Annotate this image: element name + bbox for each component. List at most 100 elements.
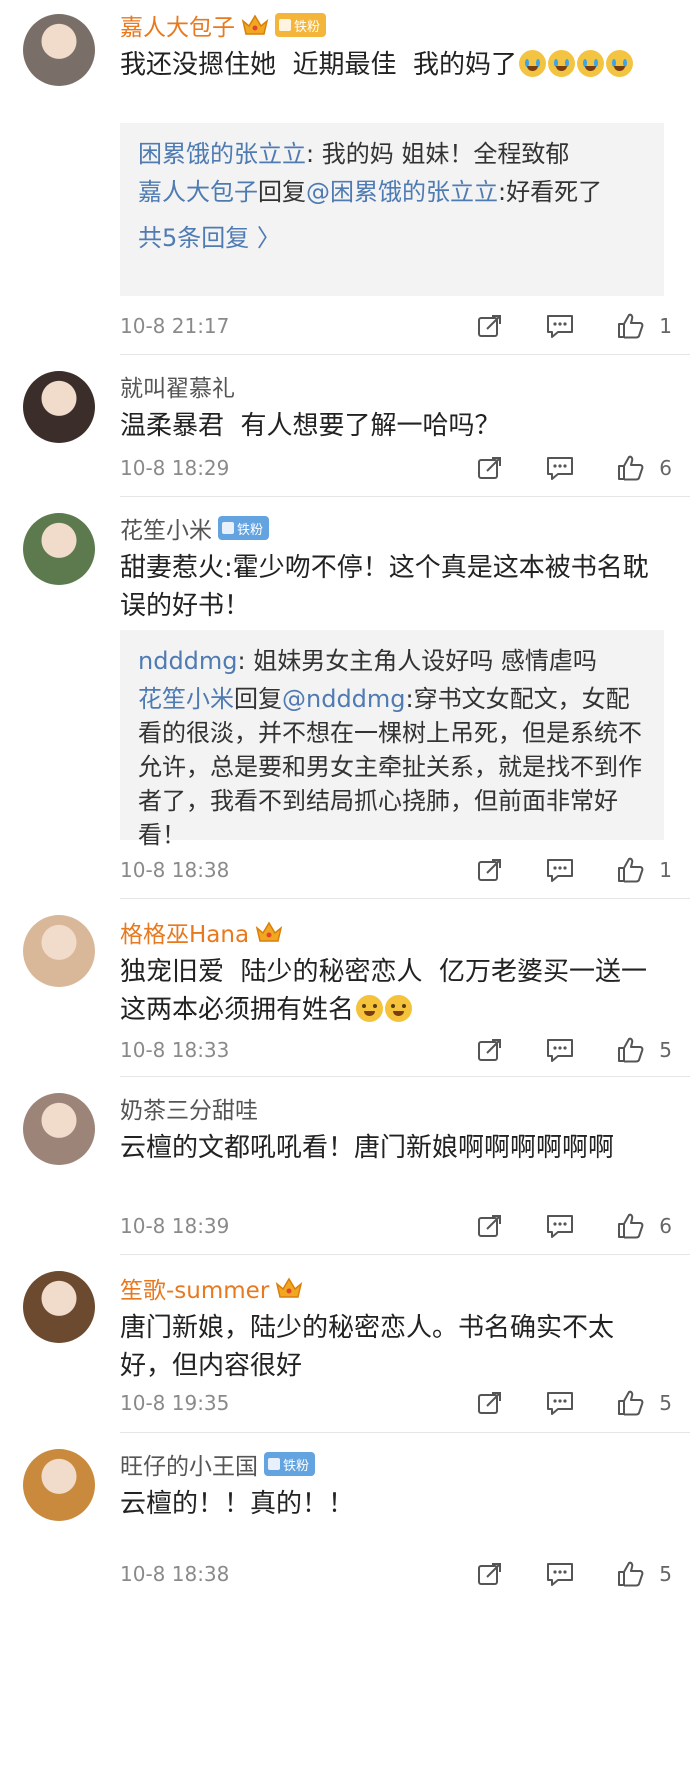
comment-item: 旺仔的小王国 铁粉云檀的！！真的！！ 10-8 18:38 5 [0,1433,690,1791]
more-replies-link[interactable]: 共5条回复 〉 [138,221,281,255]
reply-username-link[interactable]: 花笙小米 [138,685,234,713]
comment-text: 温柔暴君 有人想要了解一哈吗？ [120,407,664,445]
comment-actions: 6 [475,451,672,485]
like-icon[interactable] [615,1035,645,1065]
username-link[interactable]: 就叫翟慕礼 [120,369,235,403]
fan-badge: 铁粉 [218,516,270,540]
like-icon[interactable] [615,311,645,341]
avatar[interactable] [23,1449,95,1521]
comment-item: 格格巫Hana 独宠旧爱 陆少的秘密恋人 亿万老婆买一送一 这两本必须拥有姓名 10… [0,899,690,1077]
reply-username-link[interactable]: ndddmg [138,647,238,675]
comment-text-content: 温柔暴君 有人想要了解一哈吗？ [120,411,501,441]
avatar[interactable] [23,371,95,443]
username-row: 奶茶三分甜哇 [120,1091,258,1125]
username-link[interactable]: 旺仔的小王国 [120,1447,258,1481]
username-link[interactable]: 格格巫Hana [120,915,249,949]
reply-mention-link[interactable]: @困累饿的张立立 [306,178,498,206]
reply-box[interactable]: ndddmg: 姐妹男女主角人设好吗 感情虐吗花笙小米回复@ndddmg:穿书文… [120,630,664,849]
comment-actions: 5 [475,1557,672,1591]
avatar[interactable] [23,915,95,987]
username-row: 格格巫Hana [120,915,283,949]
comment-meta: 10-8 19:35 5 [120,1386,672,1420]
username-link[interactable]: 花笙小米 [120,511,212,545]
reply-mention-link[interactable]: @ndddmg [282,685,406,713]
like-count: 1 [659,314,672,338]
comment-item: 嘉人大包子 铁粉 我还没摁住她 近期最佳 我的妈了 困累饿的张立立: 我的妈 姐妹！全… [0,0,690,355]
comment-meta: 10-8 18:38 5 [120,1557,672,1591]
comment-item: 笙歌-summer 唐门新娘，陆少的秘密恋人。书名确实不太好，但内容很好 10-8 … [0,1255,690,1433]
repost-icon[interactable] [475,311,505,341]
like-icon[interactable] [615,1211,645,1241]
vip-crown-icon [241,13,269,37]
comment-text: 唐门新娘，陆少的秘密恋人。书名确实不太好，但内容很好 [120,1309,664,1385]
reply-connector: 回复 [234,685,282,713]
fan-badge-icon [279,19,291,31]
repost-icon[interactable] [475,453,505,483]
reply-text: : 姐妹男女主角人设好吗 感情虐吗 [237,647,597,675]
fan-badge-icon [268,1458,280,1470]
repost-icon[interactable] [475,855,505,885]
like-icon[interactable] [615,1559,645,1589]
comment-icon[interactable] [545,1388,575,1418]
cry-emoji [519,50,547,77]
reply-username-link[interactable]: 嘉人大包子 [138,178,258,206]
repost-icon[interactable] [475,1211,505,1241]
repost-icon[interactable] [475,1559,505,1589]
reply-item: 困累饿的张立立: 我的妈 姐妹！全程致郁 [138,137,648,171]
repost-icon[interactable] [475,1388,505,1418]
comment-meta: 10-8 18:39 6 [120,1209,672,1243]
reply-box[interactable]: 困累饿的张立立: 我的妈 姐妹！全程致郁 嘉人大包子回复@困累饿的张立立:好看死了… [120,123,664,296]
like-icon[interactable] [615,453,645,483]
comment-item: 奶茶三分甜哇 云檀的文都吼吼看！唐门新娘啊啊啊啊啊啊 10-8 18:39 6 [0,1077,690,1255]
laugh-cry-emoji [356,995,384,1022]
reply-item: 花笙小米回复@ndddmg:穿书文女配文，女配看的很淡，并不想在一棵树上吊死，但… [138,682,648,852]
comment-icon[interactable] [545,1211,575,1241]
timestamp: 10-8 18:38 [120,1562,230,1586]
comment-text: 甜妻惹火:霍少吻不停！这个真是这本被书名耽误的好书！ [120,549,664,625]
vip-crown-icon [255,920,283,944]
username-link[interactable]: 笙歌-summer [120,1271,269,1305]
comment-item: 花笙小米 铁粉 甜妻惹火:霍少吻不停！这个真是这本被书名耽误的好书！ ndddmg: … [0,497,690,899]
avatar[interactable] [23,14,95,86]
like-icon[interactable] [615,855,645,885]
fan-badge-icon [222,522,234,534]
comment-text: 云檀的！！真的！！ [120,1485,664,1523]
like-count: 6 [659,456,672,480]
like-count: 5 [659,1038,672,1062]
comment-item: 就叫翟慕礼温柔暴君 有人想要了解一哈吗？ 10-8 18:29 6 [0,355,690,497]
comment-icon[interactable] [545,311,575,341]
like-count: 6 [659,1214,672,1238]
cry-emoji [577,50,605,77]
avatar[interactable] [23,1093,95,1165]
comment-meta: 10-8 21:17 1 [120,309,672,343]
reply-item: 嘉人大包子回复@困累饿的张立立:好看死了 [138,175,648,209]
comment-actions: 1 [475,853,672,887]
fan-badge: 铁粉 [275,13,327,37]
comment-meta: 10-8 18:33 5 [120,1033,672,1067]
reply-item: ndddmg: 姐妹男女主角人设好吗 感情虐吗 [138,644,648,678]
comment-actions: 5 [475,1033,672,1067]
comment-icon[interactable] [545,1035,575,1065]
username-link[interactable]: 嘉人大包子 [120,8,235,42]
reply-username-link[interactable]: 困累饿的张立立 [138,140,306,168]
reply-text: :好看死了 [498,178,603,206]
laugh-cry-emoji [385,995,413,1022]
comment-icon[interactable] [545,855,575,885]
vip-crown-icon [275,1276,303,1300]
repost-icon[interactable] [475,1035,505,1065]
comment-text-content: 云檀的！！真的！！ [120,1489,355,1519]
fan-badge: 铁粉 [264,1452,316,1476]
like-count: 5 [659,1391,672,1415]
avatar[interactable] [23,1271,95,1343]
username-row: 旺仔的小王国 铁粉 [120,1447,316,1481]
username-row: 花笙小米 铁粉 [120,511,270,545]
timestamp: 10-8 18:39 [120,1214,230,1238]
comment-icon[interactable] [545,1559,575,1589]
comment-icon[interactable] [545,453,575,483]
username-row: 笙歌-summer [120,1271,303,1305]
like-icon[interactable] [615,1388,645,1418]
avatar[interactable] [23,513,95,585]
timestamp: 10-8 18:29 [120,456,230,480]
reply-connector: 回复 [258,178,306,206]
username-link[interactable]: 奶茶三分甜哇 [120,1091,258,1125]
